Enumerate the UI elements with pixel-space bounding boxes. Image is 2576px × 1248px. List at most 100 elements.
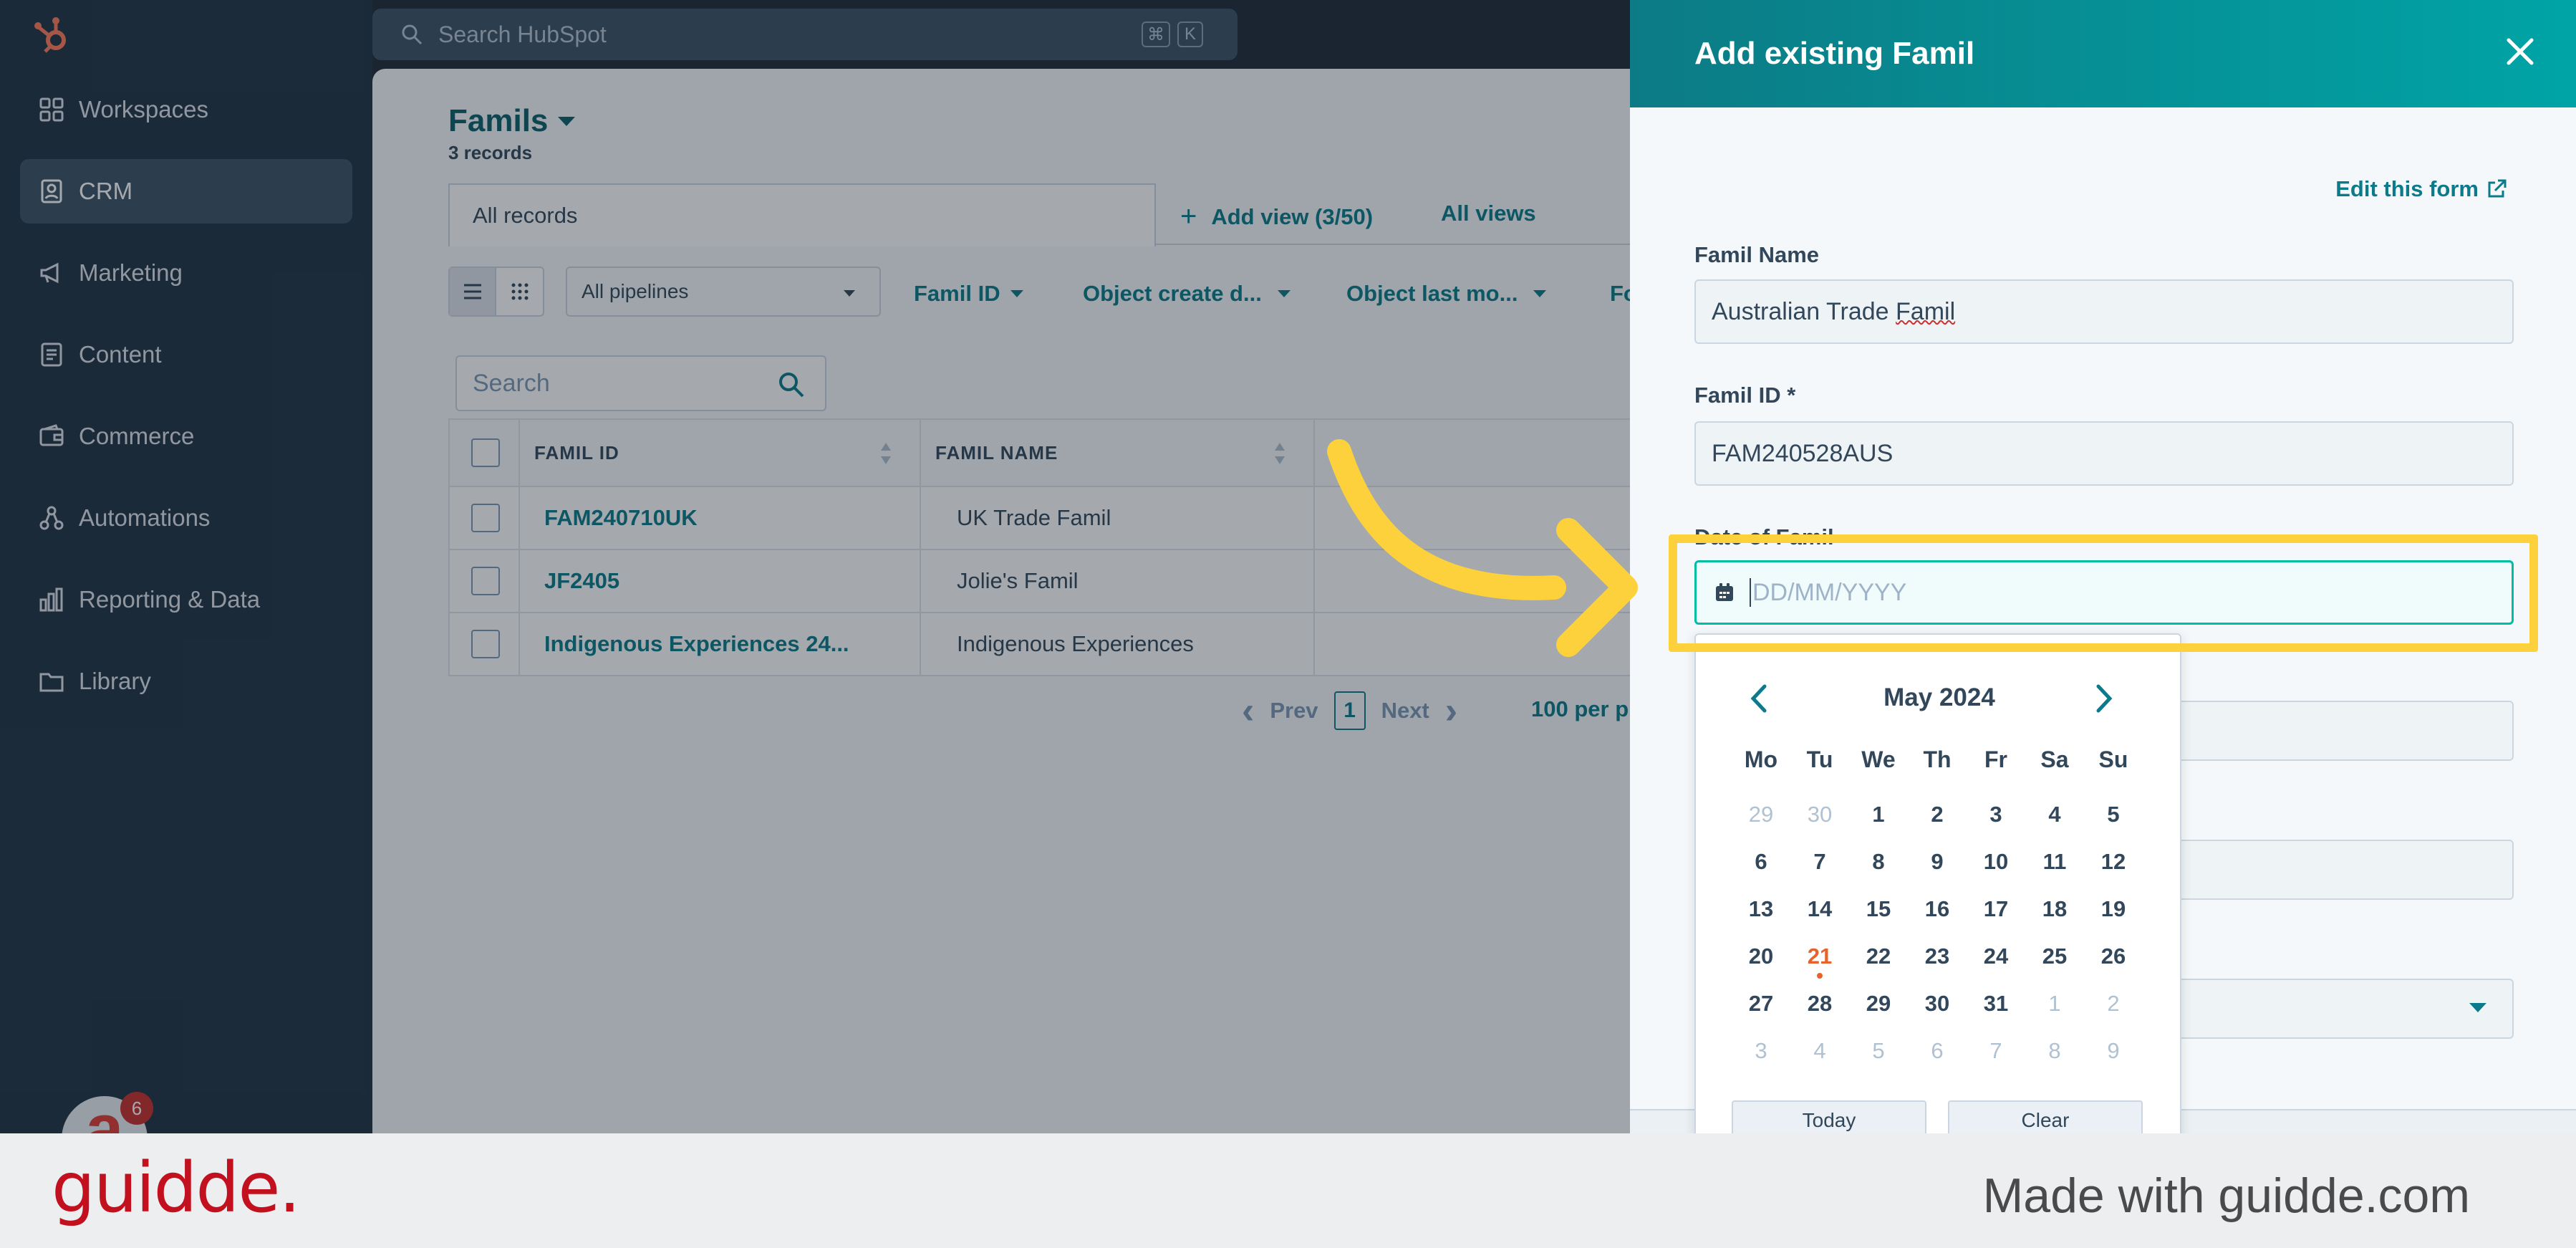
guidde-footer: guidde. Made with guidde.com bbox=[0, 1133, 2576, 1248]
sidebar-item-marketing[interactable]: Marketing bbox=[20, 241, 352, 305]
row-checkbox[interactable] bbox=[471, 567, 500, 595]
filter-famil-id[interactable]: Famil ID bbox=[914, 281, 1023, 307]
edit-form-link[interactable]: Edit this form bbox=[2335, 176, 2507, 202]
filter-object-create-date[interactable]: Object create d... bbox=[1083, 281, 1291, 307]
hidden-field-input[interactable] bbox=[2131, 840, 2514, 900]
close-icon[interactable] bbox=[2500, 32, 2540, 72]
row-checkbox[interactable] bbox=[471, 504, 500, 532]
calendar-day[interactable]: 27 bbox=[1732, 984, 1790, 1032]
list-view-button[interactable] bbox=[450, 268, 497, 315]
column-header-famil-name[interactable]: FAMIL NAME bbox=[920, 418, 1315, 487]
sort-icon[interactable] bbox=[879, 441, 892, 466]
column-header-famil-id[interactable]: FAMIL ID bbox=[518, 418, 921, 487]
calendar-day[interactable]: 31 bbox=[1967, 984, 2025, 1032]
calendar-day[interactable]: 4 bbox=[2025, 795, 2084, 843]
add-view-button[interactable]: + Add view (3/50) bbox=[1180, 201, 1373, 233]
sidebar-item-commerce[interactable]: Commerce bbox=[20, 404, 352, 469]
tab-all-records[interactable]: All records bbox=[448, 183, 1156, 246]
board-view-button[interactable] bbox=[496, 268, 543, 315]
weekday-label: Mo bbox=[1744, 747, 1778, 772]
calendar-day[interactable]: 11 bbox=[2025, 843, 2084, 890]
clear-button[interactable]: Clear bbox=[1948, 1100, 2143, 1133]
global-search-input[interactable]: Search HubSpot ⌘ K bbox=[372, 9, 1238, 60]
today-button[interactable]: Today bbox=[1732, 1100, 1926, 1133]
famil-id-link[interactable]: Indigenous Experiences 24... bbox=[518, 612, 921, 676]
calendar-day[interactable]: 1 bbox=[1849, 795, 1908, 843]
chevron-left-icon[interactable]: ‹ bbox=[1242, 689, 1254, 732]
calendar-day[interactable]: 29 bbox=[1849, 984, 1908, 1032]
hidden-field-input[interactable] bbox=[2131, 701, 2514, 761]
calendar-day[interactable]: 7 bbox=[1967, 1032, 2025, 1079]
calendar-day[interactable]: 9 bbox=[2084, 1032, 2143, 1079]
calendar-day[interactable]: 28 bbox=[1790, 984, 1849, 1032]
calendar-day[interactable]: 25 bbox=[2025, 937, 2084, 984]
calendar-day[interactable]: 16 bbox=[1908, 890, 1967, 937]
pipeline-select[interactable]: All pipelines bbox=[566, 267, 881, 317]
filter-object-last-modified[interactable]: Object last mo... bbox=[1346, 281, 1547, 307]
calendar-day[interactable]: 10 bbox=[1967, 843, 2025, 890]
calendar-day[interactable]: 23 bbox=[1908, 937, 1967, 984]
famil-id-label: Famil ID * bbox=[1694, 383, 1796, 408]
calendar-day[interactable]: 14 bbox=[1790, 890, 1849, 937]
calendar-day[interactable]: 22 bbox=[1849, 937, 1908, 984]
sidebar-item-workspaces[interactable]: Workspaces bbox=[20, 77, 352, 142]
chevron-down-icon bbox=[844, 290, 855, 297]
calendar-day[interactable]: 26 bbox=[2084, 937, 2143, 984]
hubspot-logo-icon[interactable] bbox=[32, 14, 73, 56]
chevron-right-icon[interactable]: › bbox=[1445, 689, 1457, 732]
prev-page-button[interactable]: Prev bbox=[1270, 698, 1318, 724]
row-checkbox[interactable] bbox=[471, 630, 500, 658]
page-title[interactable]: Famils bbox=[448, 103, 576, 139]
calendar-day[interactable]: 8 bbox=[1849, 843, 1908, 890]
calendar-day[interactable]: 9 bbox=[1908, 843, 1967, 890]
calendar-day[interactable]: 2 bbox=[1908, 795, 1967, 843]
calendar-day[interactable]: 17 bbox=[1967, 890, 2025, 937]
famil-id-link[interactable]: JF2405 bbox=[518, 549, 921, 613]
hidden-select-input[interactable] bbox=[2131, 979, 2514, 1039]
current-page[interactable]: 1 bbox=[1333, 691, 1366, 730]
calendar-day[interactable]: 5 bbox=[1849, 1032, 1908, 1079]
calendar-day-today[interactable]: 21 bbox=[1790, 937, 1849, 984]
sidebar-item-content[interactable]: Content bbox=[20, 322, 352, 387]
calendar-day[interactable]: 29 bbox=[1732, 795, 1790, 843]
table-search-input[interactable]: Search bbox=[455, 355, 826, 411]
calendar-day[interactable]: 15 bbox=[1849, 890, 1908, 937]
sidebar-item-library[interactable]: Library bbox=[20, 649, 352, 714]
calendar-day[interactable]: 30 bbox=[1790, 795, 1849, 843]
calendar-day[interactable]: 3 bbox=[1967, 795, 2025, 843]
search-icon[interactable] bbox=[778, 371, 805, 398]
sidebar-item-reporting[interactable]: Reporting & Data bbox=[20, 567, 352, 632]
sidebar-item-crm[interactable]: CRM bbox=[20, 159, 352, 224]
calendar-day[interactable]: 12 bbox=[2084, 843, 2143, 890]
select-all-cell bbox=[448, 418, 520, 487]
calendar-day[interactable]: 4 bbox=[1790, 1032, 1849, 1079]
sort-icon[interactable] bbox=[1273, 441, 1286, 466]
calendar-day[interactable]: 30 bbox=[1908, 984, 1967, 1032]
chevron-right-icon[interactable] bbox=[2088, 682, 2117, 715]
sidebar-item-automations[interactable]: Automations bbox=[20, 486, 352, 550]
calendar-day[interactable]: 24 bbox=[1967, 937, 2025, 984]
select-all-checkbox[interactable] bbox=[471, 438, 500, 467]
grid-dots-icon bbox=[511, 283, 528, 300]
calendar-day[interactable]: 19 bbox=[2084, 890, 2143, 937]
famil-id-link[interactable]: FAM240710UK bbox=[518, 486, 921, 550]
famil-id-input[interactable]: FAM240528AUS bbox=[1694, 421, 2514, 486]
calendar-day[interactable]: 18 bbox=[2025, 890, 2084, 937]
next-page-button[interactable]: Next bbox=[1381, 698, 1429, 724]
calendar-day[interactable]: 7 bbox=[1790, 843, 1849, 890]
calendar-day[interactable]: 8 bbox=[2025, 1032, 2084, 1079]
calendar-days: 29 30 1 2 3 4 5 6 7 8 9 10 11 12 13 14 15 16 17 18 19 20 21 22 2… bbox=[1732, 795, 2143, 1079]
search-icon bbox=[402, 24, 423, 45]
calendar-day[interactable]: 13 bbox=[1732, 890, 1790, 937]
famil-name-input[interactable]: Australian Trade Famil bbox=[1694, 279, 2514, 344]
calendar-day[interactable]: 20 bbox=[1732, 937, 1790, 984]
per-page-select[interactable]: 100 per p bbox=[1531, 696, 1629, 722]
calendar-day[interactable]: 1 bbox=[2025, 984, 2084, 1032]
all-views-link[interactable]: All views bbox=[1441, 201, 1536, 226]
calendar-day[interactable]: 5 bbox=[2084, 795, 2143, 843]
calendar-day[interactable]: 3 bbox=[1732, 1032, 1790, 1079]
calendar-day[interactable]: 6 bbox=[1732, 843, 1790, 890]
calendar-day[interactable]: 6 bbox=[1908, 1032, 1967, 1079]
workflow-icon bbox=[39, 506, 64, 530]
calendar-day[interactable]: 2 bbox=[2084, 984, 2143, 1032]
